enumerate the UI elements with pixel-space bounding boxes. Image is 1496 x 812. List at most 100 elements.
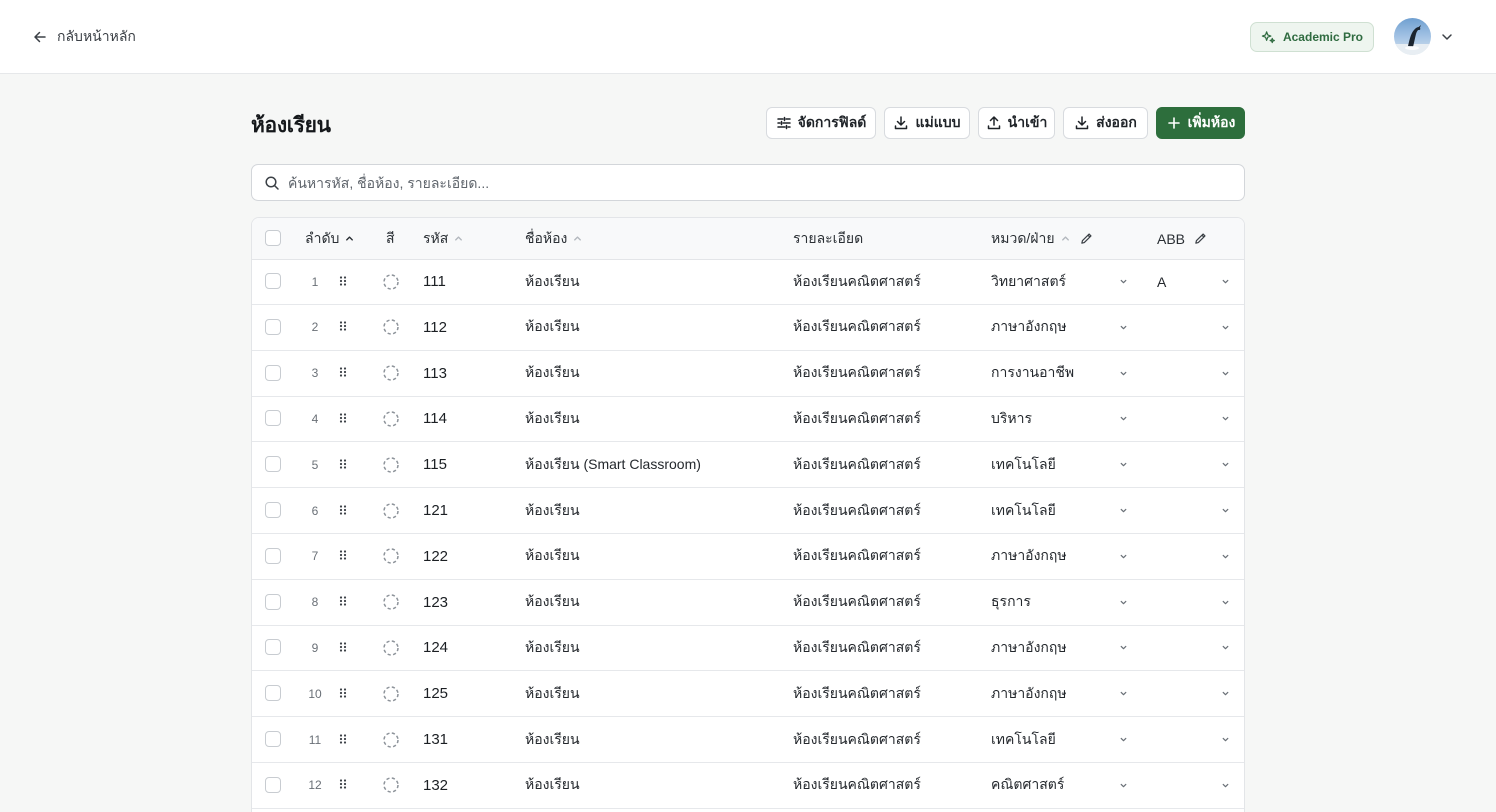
row-department-select[interactable]: บริหาร — [991, 396, 1133, 441]
row-department-select[interactable]: การงานอาชีพ — [991, 351, 1133, 396]
row-color-picker[interactable] — [382, 534, 400, 579]
table-row[interactable]: 6 121 ห้องเรียน ห้องเรียนคณิตศาสตร์ เทคโนโลย… — [252, 488, 1244, 534]
table-row[interactable]: 5 115 ห้องเรียน (Smart Classroom) ห้องเรียน… — [252, 442, 1244, 489]
avatar[interactable] — [1394, 18, 1431, 55]
dashed-circle-icon[interactable] — [382, 776, 400, 794]
table-row[interactable]: 4 114 ห้องเรียน ห้องเรียนคณิตศาสตร์ บริหาร — [252, 396, 1244, 443]
row-department-select[interactable]: เทคโนโลยี — [991, 717, 1133, 762]
row-checkbox[interactable] — [265, 410, 281, 427]
table-row[interactable]: 7 122 ห้องเรียน ห้องเรียนคณิตศาสตร์ ภาษาอังก… — [252, 534, 1244, 580]
row-drag-handle[interactable] — [338, 351, 348, 396]
dashed-circle-icon[interactable] — [382, 731, 400, 749]
row-department-select[interactable]: ภาษาอังกฤษ — [991, 625, 1133, 670]
dashed-circle-icon[interactable] — [382, 685, 400, 703]
column-header-department[interactable]: หมวด/ฝ่าย — [991, 218, 1093, 259]
row-checkbox[interactable] — [265, 639, 281, 656]
select-all-checkbox[interactable] — [265, 230, 281, 246]
drag-handle-icon[interactable] — [338, 458, 348, 472]
row-color-picker[interactable] — [382, 717, 400, 762]
dashed-circle-icon[interactable] — [382, 639, 400, 657]
row-abb-select[interactable]: A — [1157, 259, 1237, 304]
row-color-picker[interactable] — [382, 259, 400, 304]
row-drag-handle[interactable] — [338, 305, 348, 350]
row-abb-select[interactable] — [1157, 351, 1237, 396]
table-row[interactable]: 11 131 ห้องเรียน ห้องเรียนคณิตศาสตร์ เทคโนโล… — [252, 717, 1244, 763]
row-abb-select[interactable] — [1157, 625, 1237, 670]
drag-handle-icon[interactable] — [338, 275, 348, 289]
search-input[interactable] — [288, 165, 1228, 200]
row-drag-handle[interactable] — [338, 671, 348, 716]
column-header-code[interactable]: รหัส — [423, 218, 464, 259]
row-drag-handle[interactable] — [338, 488, 348, 533]
dashed-circle-icon[interactable] — [382, 410, 400, 428]
row-abb-select[interactable] — [1157, 488, 1237, 533]
dashed-circle-icon[interactable] — [382, 547, 400, 565]
row-checkbox[interactable] — [265, 364, 281, 381]
row-color-picker[interactable] — [382, 625, 400, 670]
row-abb-select[interactable] — [1157, 442, 1237, 487]
row-checkbox[interactable] — [265, 731, 281, 747]
dashed-circle-icon[interactable] — [382, 593, 400, 611]
drag-handle-icon[interactable] — [338, 687, 348, 701]
row-checkbox[interactable] — [265, 547, 281, 564]
row-abb-select[interactable] — [1157, 534, 1237, 579]
row-department-select[interactable]: ธุรการ — [991, 580, 1133, 625]
row-department-select[interactable]: เทคโนโลยี — [991, 488, 1133, 533]
row-color-picker[interactable] — [382, 763, 400, 808]
table-row[interactable]: 2 112 ห้องเรียน ห้องเรียนคณิตศาสตร์ ภาษาอังก… — [252, 305, 1244, 351]
row-department-select[interactable]: คณิตศาสตร์ — [991, 763, 1133, 808]
row-department-select[interactable]: วิทยาศาสตร์ — [991, 259, 1133, 304]
row-abb-select[interactable] — [1157, 396, 1237, 441]
drag-handle-icon[interactable] — [338, 504, 348, 518]
table-row[interactable]: 3 113 ห้องเรียน ห้องเรียนคณิตศาสตร์ การงานอา… — [252, 351, 1244, 397]
dashed-circle-icon[interactable] — [382, 364, 400, 382]
dashed-circle-icon[interactable] — [382, 318, 400, 336]
row-color-picker[interactable] — [382, 396, 400, 441]
row-color-picker[interactable] — [382, 442, 400, 487]
template-button[interactable]: แม่แบบ — [884, 107, 970, 139]
row-abb-select[interactable] — [1157, 717, 1237, 762]
row-drag-handle[interactable] — [338, 717, 348, 762]
row-abb-select[interactable] — [1157, 305, 1237, 350]
row-department-select[interactable]: ภาษาอังกฤษ — [991, 671, 1133, 716]
drag-handle-icon[interactable] — [338, 366, 348, 380]
row-checkbox[interactable] — [265, 685, 281, 702]
back-to-home-link[interactable]: กลับหน้าหลัก — [32, 25, 136, 49]
dashed-circle-icon[interactable] — [382, 273, 400, 291]
row-color-picker[interactable] — [382, 305, 400, 350]
manage-fields-button[interactable]: จัดการฟิลด์ — [766, 107, 876, 139]
row-drag-handle[interactable] — [338, 580, 348, 625]
drag-handle-icon[interactable] — [338, 595, 348, 609]
row-color-picker[interactable] — [382, 580, 400, 625]
row-drag-handle[interactable] — [338, 534, 348, 579]
pencil-icon[interactable] — [1080, 232, 1093, 245]
dashed-circle-icon[interactable] — [382, 502, 400, 520]
drag-handle-icon[interactable] — [338, 733, 348, 747]
import-button[interactable]: นำเข้า — [978, 107, 1055, 139]
drag-handle-icon[interactable] — [338, 412, 348, 426]
row-color-picker[interactable] — [382, 351, 400, 396]
row-drag-handle[interactable] — [338, 763, 348, 808]
row-checkbox[interactable] — [265, 456, 281, 473]
table-row[interactable]: 8 123 ห้องเรียน ห้องเรียนคณิตศาสตร์ ธุรการ — [252, 580, 1244, 626]
row-checkbox[interactable] — [265, 273, 281, 289]
table-row[interactable]: 12 132 ห้องเรียน ห้องเรียนคณิตศาสตร์ คณิตศาส… — [252, 763, 1244, 809]
drag-handle-icon[interactable] — [338, 320, 348, 334]
row-abb-select[interactable] — [1157, 763, 1237, 808]
row-drag-handle[interactable] — [338, 442, 348, 487]
drag-handle-icon[interactable] — [338, 641, 348, 655]
row-abb-select[interactable] — [1157, 671, 1237, 716]
drag-handle-icon[interactable] — [338, 549, 348, 563]
add-room-button[interactable]: เพิ่มห้อง — [1156, 107, 1245, 139]
table-row[interactable]: 9 124 ห้องเรียน ห้องเรียนคณิตศาสตร์ ภาษาอังก… — [252, 625, 1244, 672]
column-header-order[interactable]: ลำดับ — [305, 218, 355, 259]
column-header-name[interactable]: ชื่อห้อง — [525, 218, 583, 259]
row-checkbox[interactable] — [265, 593, 281, 610]
pencil-icon[interactable] — [1194, 232, 1207, 245]
row-drag-handle[interactable] — [338, 625, 348, 670]
row-department-select[interactable]: ภาษาอังกฤษ — [991, 305, 1133, 350]
row-checkbox[interactable] — [265, 318, 281, 335]
row-department-select[interactable]: ภาษาอังกฤษ — [991, 534, 1133, 579]
export-button[interactable]: ส่งออก — [1063, 107, 1148, 139]
row-abb-select[interactable] — [1157, 580, 1237, 625]
